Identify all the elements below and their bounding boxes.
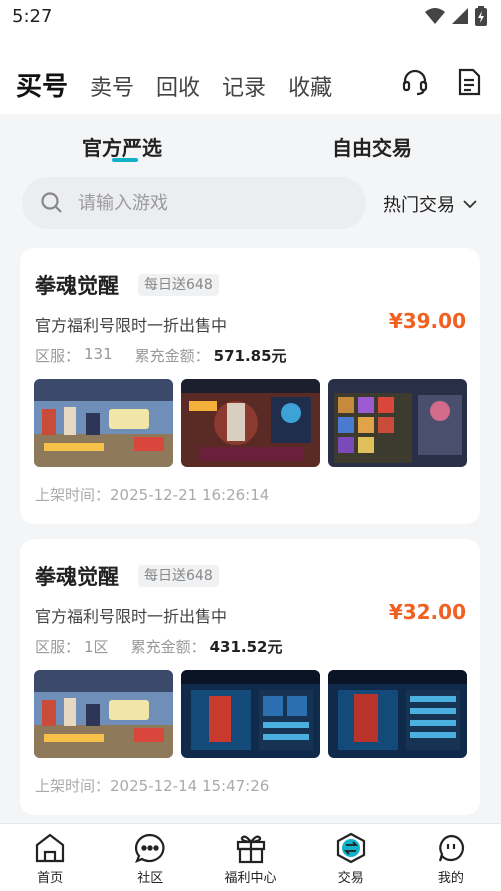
game-screenshot[interactable]	[328, 670, 467, 758]
chat-icon	[135, 833, 165, 863]
bottom-nav: 首页 社区 福利中心 交易 我的	[0, 823, 501, 891]
game-title: 拳魂觉醒	[35, 565, 119, 589]
chevron-down-icon	[463, 200, 477, 209]
nav-home[interactable]: 首页	[0, 824, 100, 891]
recharge-value: 431.52元	[209, 638, 283, 656]
search-input[interactable]	[78, 177, 358, 229]
signal-icon	[452, 8, 468, 24]
game-screenshot[interactable]	[328, 379, 467, 467]
listing-price: ¥32.00	[388, 600, 466, 624]
sub-tabs: 官方严选 自由交易	[0, 114, 501, 174]
trade-icon	[336, 832, 365, 864]
screenshot-gallery	[34, 670, 467, 758]
server-value: 1区	[84, 638, 109, 656]
top-nav-actions	[399, 66, 485, 98]
screenshot-gallery	[34, 379, 467, 467]
game-screenshot[interactable]	[181, 670, 320, 758]
search-bar	[22, 177, 366, 229]
listing-meta: 区服： 131 累充金额： 571.85元	[35, 345, 287, 366]
nav-profile[interactable]: 我的	[401, 824, 501, 891]
listing-card[interactable]: 拳魂觉醒 每日送648 官方福利号限时一折出售中 ¥32.00 区服： 1区 累…	[20, 539, 480, 815]
document-icon	[458, 68, 481, 96]
listing-description: 官方福利号限时一折出售中	[35, 316, 228, 335]
listing-card[interactable]: 拳魂觉醒 每日送648 官方福利号限时一折出售中 ¥39.00 区服： 131 …	[20, 248, 480, 524]
recharge-label: 累充金额：	[130, 638, 206, 656]
server-value: 131	[84, 345, 113, 363]
tab-records[interactable]: 记录	[222, 70, 266, 102]
listing-description: 官方福利号限时一折出售中	[35, 607, 228, 626]
game-title: 拳魂觉醒	[35, 274, 119, 298]
profile-icon	[438, 834, 464, 862]
search-icon	[41, 192, 62, 213]
nav-trade[interactable]: 交易	[301, 824, 401, 891]
listing-meta: 区服： 1区 累充金额： 431.52元	[35, 636, 282, 657]
server-label: 区服：	[35, 347, 81, 365]
battery-icon	[475, 6, 487, 26]
listed-time: 上架时间：2025-12-14 15:47:26	[35, 777, 270, 795]
headset-icon	[402, 69, 428, 96]
top-nav: 买号 卖号 回收 记录 收藏	[0, 36, 501, 114]
recharge-label: 累充金额：	[134, 347, 210, 365]
status-bar: 5:27	[0, 0, 501, 36]
tab-recycle[interactable]: 回收	[156, 70, 200, 102]
tab-sell-account[interactable]: 卖号	[90, 70, 134, 102]
recharge-value: 571.85元	[213, 347, 287, 365]
listing-price: ¥39.00	[388, 309, 466, 333]
tab-buy-account[interactable]: 买号	[16, 66, 68, 103]
nav-welfare-center[interactable]: 福利中心	[200, 824, 300, 891]
hot-trade-label: 热门交易	[383, 195, 455, 216]
server-label: 区服：	[35, 638, 81, 656]
hot-trade-dropdown[interactable]: 热门交易	[383, 191, 477, 217]
status-time: 5:27	[12, 6, 53, 27]
active-tab-indicator	[112, 158, 138, 162]
wifi-icon	[425, 8, 445, 24]
promo-badge: 每日送648	[138, 274, 219, 296]
system-icons	[425, 6, 487, 26]
customer-service-button[interactable]	[399, 66, 431, 98]
home-icon	[35, 833, 65, 863]
top-nav-tabs: 买号 卖号 回收 记录 收藏	[16, 66, 332, 103]
tab-official-selection[interactable]: 官方严选	[82, 132, 162, 161]
document-button[interactable]	[453, 66, 485, 98]
tab-favorites[interactable]: 收藏	[288, 70, 332, 102]
tab-free-trade[interactable]: 自由交易	[332, 132, 412, 161]
gift-icon	[236, 835, 265, 864]
listed-time: 上架时间：2025-12-21 16:26:14	[35, 486, 270, 504]
game-screenshot[interactable]	[34, 670, 173, 758]
game-screenshot[interactable]	[34, 379, 173, 467]
nav-community[interactable]: 社区	[100, 824, 200, 891]
game-screenshot[interactable]	[181, 379, 320, 467]
promo-badge: 每日送648	[138, 565, 219, 587]
